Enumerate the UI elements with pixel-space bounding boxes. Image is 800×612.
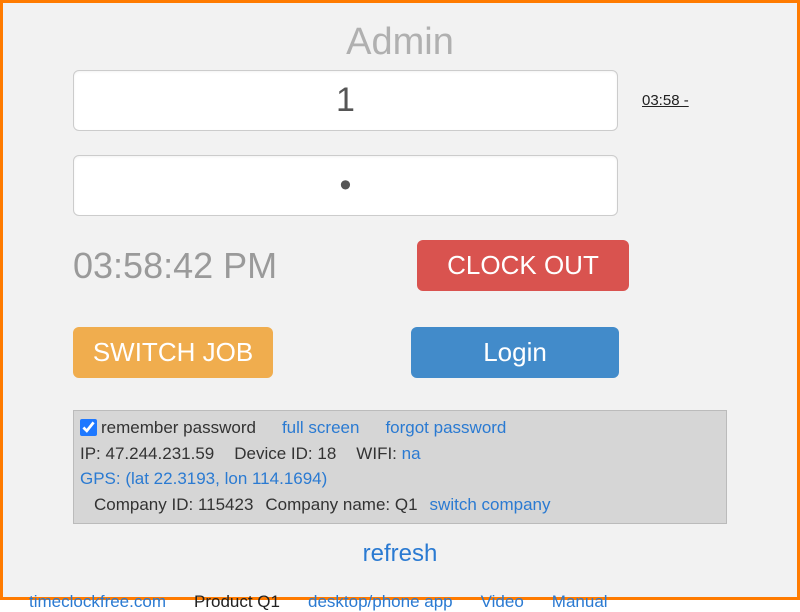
footer-video-link[interactable]: Video [481, 592, 524, 612]
info-line-4: Company ID: 115423 Company name: Q1 swit… [80, 492, 720, 518]
page-title: Admin [23, 21, 777, 64]
device-info: Device ID: 18 [234, 441, 336, 467]
info-panel: remember password full screen forgot pas… [73, 410, 727, 524]
company-name-info: Company name: Q1 [265, 492, 417, 518]
remember-password-wrap[interactable]: remember password [80, 415, 256, 441]
id-input[interactable] [73, 70, 618, 131]
wifi-info: WIFI: na [356, 441, 420, 467]
forgot-password-link[interactable]: forgot password [385, 415, 506, 441]
full-screen-link[interactable]: full screen [282, 415, 359, 441]
footer-manual-link[interactable]: Manual [552, 592, 608, 612]
switch-job-button[interactable]: SWITCH JOB [73, 327, 273, 378]
remember-password-label: remember password [101, 415, 256, 441]
footer-product: Product Q1 [194, 592, 280, 612]
id-row: 03:58 - [23, 70, 777, 131]
switch-company-link[interactable]: switch company [430, 492, 551, 518]
clock-out-button[interactable]: CLOCK OUT [417, 240, 629, 291]
ip-info: IP: 47.244.231.59 [80, 441, 214, 467]
password-input[interactable] [73, 155, 618, 216]
login-button[interactable]: Login [411, 327, 619, 378]
current-time: 03:58:42 PM [73, 245, 277, 287]
side-time[interactable]: 03:58 - [642, 92, 689, 109]
wifi-value[interactable]: na [402, 444, 421, 463]
clock-row: 03:58:42 PM CLOCK OUT [73, 240, 777, 291]
action-row: SWITCH JOB Login [73, 327, 777, 378]
info-line-2: IP: 47.244.231.59 Device ID: 18 WIFI: na [80, 441, 720, 467]
gps-info[interactable]: GPS: (lat 22.3193, lon 114.1694) [80, 466, 720, 492]
refresh-link[interactable]: refresh [363, 540, 438, 567]
password-row [23, 155, 777, 216]
info-line-1: remember password full screen forgot pas… [80, 415, 720, 441]
footer-app-link[interactable]: desktop/phone app [308, 592, 453, 612]
app-frame: Admin 03:58 - 03:58:42 PM CLOCK OUT SWIT… [0, 0, 800, 600]
footer: timeclockfree.com Product Q1 desktop/pho… [29, 592, 777, 612]
footer-site-link[interactable]: timeclockfree.com [29, 592, 166, 612]
refresh-row: refresh [23, 540, 777, 568]
remember-password-checkbox[interactable] [80, 419, 97, 436]
company-id-info: Company ID: 115423 [94, 492, 253, 518]
